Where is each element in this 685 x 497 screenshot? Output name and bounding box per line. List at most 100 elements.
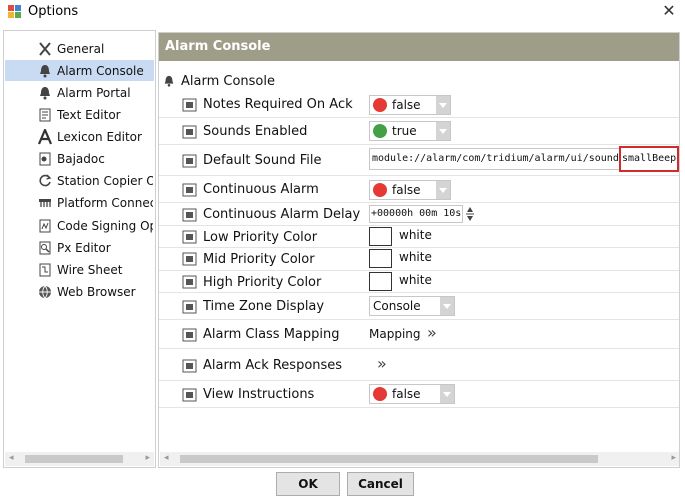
alarm-console-options-panel: Alarm Console Alarm Console Notes Requir… <box>158 32 680 468</box>
sidebar-item-label: Web Browser <box>57 284 136 299</box>
sounds-enabled-dropdown[interactable]: true <box>369 121 451 141</box>
alarm-delay-field[interactable]: +00000h 00m 10s <box>369 205 463 223</box>
chevron-down-icon[interactable] <box>440 385 454 403</box>
sidebar-item-text-editor[interactable]: Text Editor <box>5 104 154 125</box>
color-value: white <box>399 250 432 264</box>
property-label: Sounds Enabled <box>203 124 308 139</box>
property-icon <box>182 229 198 245</box>
status-dot <box>373 124 387 138</box>
scrollbar-thumb[interactable] <box>25 455 123 463</box>
chevron-down-icon[interactable] <box>436 122 450 140</box>
color-swatch[interactable] <box>369 272 392 291</box>
property-row-continuous-alarm: Continuous Alarm false <box>159 176 679 203</box>
sidebar-item-wire-sheet[interactable]: Wire Sheet <box>5 259 154 280</box>
sidebar-item-label: Alarm Portal <box>57 85 131 100</box>
sidebar-item-label: Station Copier Opt <box>57 173 153 188</box>
section-label: Alarm Console <box>181 73 275 89</box>
mapping-value: Mapping <box>369 327 421 341</box>
sidebar-item-platform-connection[interactable]: Platform Connecti <box>5 192 154 213</box>
ok-button[interactable]: OK <box>276 472 340 496</box>
sidebar-item-code-signing[interactable]: Code Signing Opti <box>5 215 154 236</box>
sidebar-item-web-browser[interactable]: Web Browser <box>5 281 154 302</box>
property-icon <box>182 251 198 267</box>
chevron-down-icon[interactable] <box>436 96 450 114</box>
window-title: Options <box>28 4 79 19</box>
color-swatch[interactable] <box>369 249 392 268</box>
bell-icon <box>35 63 55 79</box>
notes-required-dropdown[interactable]: false <box>369 95 451 115</box>
sidebar-item-label: Px Editor <box>57 240 111 255</box>
property-row-alarm-class-mapping: Alarm Class Mapping Mapping » <box>159 320 679 349</box>
sidebar-item-alarm-portal[interactable]: Alarm Portal <box>5 82 154 103</box>
chevron-down-icon[interactable] <box>436 181 450 199</box>
property-row-high-priority-color: High Priority Color white <box>159 271 679 293</box>
sidebar-item-px-editor[interactable]: Px Editor <box>5 237 154 258</box>
section-header: Alarm Console <box>163 71 275 91</box>
scroll-left-arrow-icon[interactable]: ◂ <box>9 453 14 463</box>
sound-file-name-highlight[interactable]: smallBeep <box>619 146 679 172</box>
chevron-down-icon[interactable] <box>440 297 454 315</box>
property-row-mid-priority-color: Mid Priority Color white <box>159 248 679 271</box>
property-label: Continuous Alarm <box>203 182 319 197</box>
property-row-sounds-enabled: Sounds Enabled true <box>159 118 679 145</box>
dropdown-value: true <box>392 124 417 138</box>
color-swatch[interactable] <box>369 227 392 246</box>
wire-sheet-icon <box>35 262 55 278</box>
scroll-left-arrow-icon[interactable]: ◂ <box>164 453 169 463</box>
property-label: Continuous Alarm Delay <box>203 207 361 222</box>
spinner-icon[interactable] <box>465 205 475 223</box>
scrollbar-thumb[interactable] <box>180 455 598 463</box>
options-sidebar: General Alarm Console Alarm Portal Text … <box>3 30 156 468</box>
refresh-icon <box>35 173 55 189</box>
property-label: Alarm Ack Responses <box>203 358 343 373</box>
dropdown-value: Console <box>373 299 421 313</box>
code-signing-icon <box>35 218 55 234</box>
options-app-icon <box>8 5 23 20</box>
text-editor-icon <box>35 107 55 123</box>
property-icon <box>182 124 198 140</box>
scroll-right-arrow-icon[interactable]: ▸ <box>145 453 150 463</box>
dropdown-value: false <box>392 183 421 197</box>
sidebar-item-lexicon-editor[interactable]: Lexicon Editor <box>5 126 154 147</box>
color-value: white <box>399 228 432 242</box>
sidebar-item-alarm-console[interactable]: Alarm Console <box>5 60 154 81</box>
sidebar-item-bajadoc[interactable]: Bajadoc <box>5 148 154 169</box>
bell-icon <box>35 85 55 101</box>
double-chevron-right-icon[interactable]: » <box>377 354 387 373</box>
sidebar-horizontal-scrollbar[interactable]: ◂ ▸ <box>5 452 154 466</box>
sidebar-item-label: Bajadoc <box>57 151 105 166</box>
property-icon <box>182 387 198 403</box>
sidebar-item-label: Lexicon Editor <box>57 129 142 144</box>
close-icon[interactable]: ✕ <box>659 1 679 21</box>
sidebar-item-label: Text Editor <box>57 107 121 122</box>
double-chevron-right-icon[interactable]: » <box>427 323 437 342</box>
panel-header: Alarm Console <box>159 33 679 61</box>
property-icon <box>182 358 198 374</box>
property-icon <box>182 299 198 315</box>
platform-icon <box>35 195 55 211</box>
color-value: white <box>399 273 432 287</box>
property-icon <box>182 327 198 343</box>
property-label: Default Sound File <box>203 153 322 168</box>
property-row-default-sound-file: Default Sound File module://alarm/com/tr… <box>159 145 679 176</box>
time-zone-dropdown[interactable]: Console <box>369 296 455 316</box>
property-row-view-instructions: View Instructions false <box>159 381 679 408</box>
property-icon <box>182 207 198 223</box>
scroll-right-arrow-icon[interactable]: ▸ <box>671 453 676 463</box>
cancel-button[interactable]: Cancel <box>347 472 414 496</box>
property-label: High Priority Color <box>203 275 322 290</box>
view-instructions-dropdown[interactable]: false <box>369 384 455 404</box>
sidebar-item-general[interactable]: General <box>5 38 154 59</box>
property-label: View Instructions <box>203 387 315 402</box>
property-row-alarm-ack-responses: Alarm Ack Responses » <box>159 349 679 381</box>
property-label: Alarm Class Mapping <box>203 327 340 342</box>
property-label: Mid Priority Color <box>203 252 315 267</box>
property-row-time-zone-display: Time Zone Display Console <box>159 293 679 320</box>
dropdown-value: false <box>392 98 421 112</box>
status-dot <box>373 387 387 401</box>
dropdown-value: false <box>392 387 421 401</box>
sidebar-item-station-copier[interactable]: Station Copier Opt <box>5 170 154 191</box>
sidebar-item-label: Code Signing Opti <box>57 218 153 233</box>
panel-horizontal-scrollbar[interactable]: ◂ ▸ <box>160 452 679 466</box>
continuous-alarm-dropdown[interactable]: false <box>369 180 451 200</box>
